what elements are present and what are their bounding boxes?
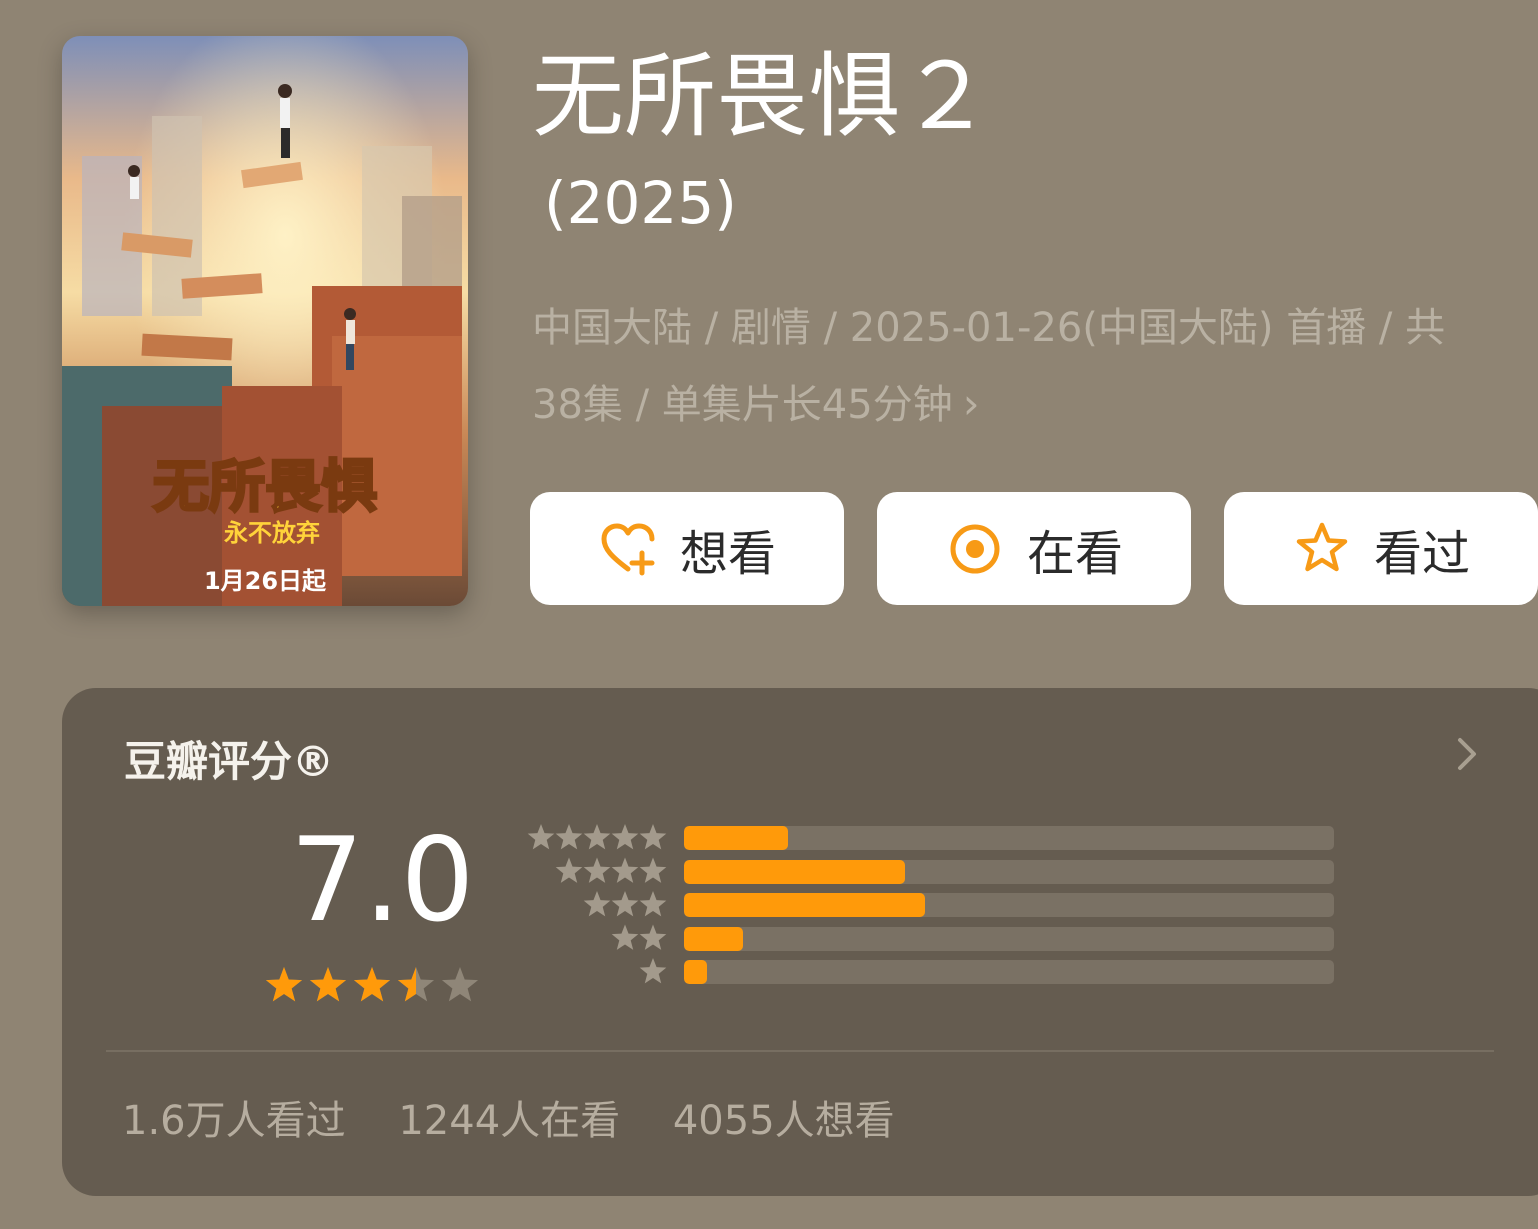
watching-label: 在看	[1026, 525, 1123, 582]
poster-date-text: 1月26日起	[204, 567, 327, 595]
rating-bar-fill-5-star	[684, 826, 788, 850]
distribution-star-icon	[639, 958, 667, 984]
rating-stats[interactable]: 1.6万人看过 1244人在看 4055人想看	[122, 1088, 935, 1146]
meta-info[interactable]: 中国大陆 / 剧情 / 2025-01-26(中国大陆) 首播 / 共 38集 …	[532, 290, 1532, 443]
star-outline-icon	[1292, 519, 1352, 579]
score-stars	[265, 967, 479, 1002]
distribution-star-icon	[583, 891, 611, 917]
rating-bar-fill-4-star	[684, 859, 905, 884]
distribution-star-icon	[639, 824, 667, 850]
distribution-star-icon	[611, 857, 639, 883]
distribution-star-icon	[611, 924, 639, 950]
distribution-star-icon	[639, 924, 667, 950]
chevron-right-icon: ›	[962, 379, 980, 428]
distribution-star-icon	[611, 891, 639, 917]
star-filled-icon	[265, 967, 303, 1002]
heart-plus-icon	[598, 519, 658, 579]
watched-label: 看过	[1373, 525, 1470, 582]
rating-card[interactable]: 豆瓣评分® 7.0 1.6万人看过 1244人在看 4055人想看	[62, 688, 1538, 1196]
watching-button[interactable]: 在看	[877, 492, 1191, 605]
divider	[106, 1050, 1494, 1052]
star-filled-icon	[353, 967, 391, 1002]
page-title: 无所畏惧２	[532, 43, 993, 150]
want-count[interactable]: 4055人想看	[673, 1098, 895, 1144]
distribution-star-icon	[611, 824, 639, 850]
rating-bar-fill-3-star	[684, 893, 925, 917]
rating-bar-track	[684, 859, 1334, 884]
release-year: (2025)	[544, 169, 737, 237]
rating-bar-track	[684, 960, 1334, 984]
star-filled-icon	[309, 967, 347, 1002]
rating-bar-track	[684, 826, 1334, 850]
star-empty-icon	[441, 967, 479, 1002]
distribution-star-icon	[639, 891, 667, 917]
rating-bar-fill-1-star	[684, 960, 707, 984]
poster-image[interactable]: 无所畏惧 永不放弃 1月26日起	[62, 36, 468, 606]
distribution-star-labels	[527, 824, 667, 984]
poster-art: 无所畏惧 永不放弃 1月26日起	[62, 36, 468, 606]
distribution-star-icon	[555, 824, 583, 850]
meta-line-2: 38集 / 单集片长45分钟 ›	[532, 366, 1532, 443]
want-to-watch-label: 想看	[679, 525, 776, 582]
target-circle-icon	[945, 519, 1005, 579]
meta-line-1: 中国大陆 / 剧情 / 2025-01-26(中国大陆) 首播 / 共	[532, 305, 1446, 351]
watching-count[interactable]: 1244人在看	[398, 1098, 620, 1144]
meta-line-2-text: 38集 / 单集片长45分钟	[532, 382, 953, 428]
rating-title: 豆瓣评分®	[124, 737, 335, 786]
distribution-star-icon	[583, 857, 611, 883]
want-to-watch-button[interactable]: 想看	[530, 492, 844, 605]
rating-score: 7.0	[290, 813, 475, 948]
distribution-star-icon	[639, 857, 667, 883]
chevron-right-icon[interactable]	[1452, 732, 1482, 776]
watched-button[interactable]: 看过	[1224, 492, 1538, 605]
rating-bar-track	[684, 893, 1334, 917]
poster-subtitle-text: 永不放弃	[224, 519, 320, 547]
rating-bar-track	[684, 926, 1334, 951]
rating-bar-fill-2-star	[684, 926, 743, 951]
watched-count[interactable]: 1.6万人看过	[122, 1098, 346, 1144]
distribution-star-icon	[583, 824, 611, 850]
distribution-star-icon	[527, 824, 555, 850]
distribution-star-icon	[555, 857, 583, 883]
poster-title-text: 无所畏惧	[153, 455, 377, 520]
